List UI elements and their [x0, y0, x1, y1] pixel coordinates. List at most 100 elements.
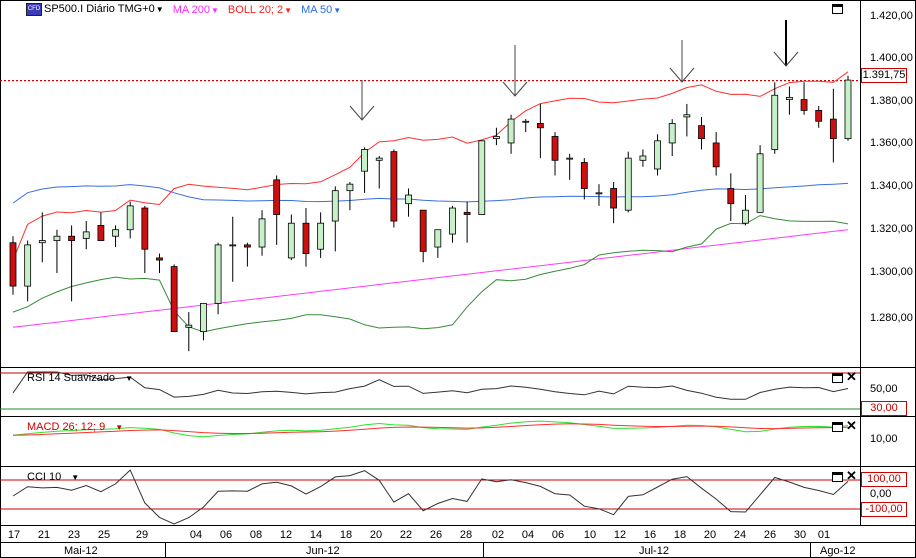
day-tick: 20 [369, 529, 383, 541]
candle-body [580, 162, 588, 189]
day-tick: 02 [491, 529, 505, 541]
candle-body [185, 324, 193, 328]
candle-body [302, 222, 310, 254]
candle-body [668, 123, 676, 144]
candle-body [405, 194, 412, 205]
candle-body [156, 257, 163, 261]
candle-body [419, 209, 427, 252]
candle-body [449, 207, 456, 235]
day-tick: 18 [339, 529, 353, 541]
candle-body [243, 244, 251, 248]
candle-body [434, 229, 442, 248]
day-tick: 04 [189, 529, 203, 541]
candle-body [273, 179, 281, 215]
candle-body [800, 99, 808, 111]
boll-legend[interactable]: BOLL 20; 2▼ [228, 4, 292, 16]
ma50-line [12, 182, 849, 204]
month-label: Ago-12 [820, 545, 856, 557]
macd-tick: 10,00 [870, 433, 898, 445]
candle-body [654, 140, 661, 170]
cfd-icon: CFD [26, 3, 42, 16]
candle-body [536, 123, 544, 129]
day-tick: 04 [521, 529, 535, 541]
candle-body [200, 303, 207, 333]
candle-body [786, 97, 793, 100]
day-tick: 30 [793, 529, 807, 541]
candle-body [361, 149, 368, 172]
candle-body [390, 151, 398, 222]
day-tick: 24 [733, 529, 747, 541]
price-tick: 1.420,00 [870, 10, 913, 22]
candle-body [829, 118, 837, 140]
indicator-lines [12, 71, 849, 333]
chart-header: CFD SP500.I Diário TMG+0▼ MA 200▼ BOLL 20… [26, 3, 341, 16]
candle-body [683, 114, 691, 118]
candle-body [566, 157, 574, 160]
symbol-label[interactable]: CFD SP500.I Diário TMG+0▼ [26, 3, 164, 16]
candle-body [141, 207, 149, 250]
day-tick: 25 [97, 529, 111, 541]
candle-body [346, 183, 354, 192]
chart-canvas [0, 0, 916, 558]
candle-body [815, 110, 823, 122]
cci-close-icon[interactable]: ✕ [846, 469, 857, 482]
rsi-close-icon[interactable]: ✕ [846, 370, 857, 383]
candle-body [24, 244, 32, 287]
candle-body [375, 157, 383, 161]
candle-body [698, 125, 705, 140]
day-tick: 23 [67, 529, 81, 541]
rsi-maximize-button[interactable] [832, 373, 843, 383]
month-label: Jun-12 [306, 545, 340, 557]
cci-header[interactable]: CCI 10 ▼ [27, 471, 79, 483]
candles [9, 75, 852, 352]
candle-body [551, 136, 559, 161]
price-tick: 1.300,00 [870, 266, 913, 278]
candle-body [258, 218, 266, 248]
candle-body [712, 142, 720, 168]
day-tick: 18 [673, 529, 687, 541]
candle-body [331, 190, 339, 222]
month-label: Mai-12 [64, 545, 98, 557]
day-tick: 06 [219, 529, 233, 541]
price-tick: 1.360,00 [870, 137, 913, 149]
macd-maximize-button[interactable] [832, 422, 843, 432]
bollinger-lower-line [12, 215, 849, 333]
cci-line [12, 469, 849, 525]
day-tick: 06 [551, 529, 565, 541]
candle-body [756, 153, 764, 213]
candle-body [170, 266, 178, 333]
candle-body [595, 192, 603, 195]
candle-body [126, 205, 134, 231]
day-tick: 28 [459, 529, 473, 541]
candle-body [507, 118, 515, 144]
price-tick: 1.340,00 [870, 180, 913, 192]
annotation-arrows [349, 20, 799, 121]
candle-body [287, 222, 295, 259]
candle-body [478, 140, 486, 215]
day-tick: 12 [613, 529, 627, 541]
candle-body [317, 222, 325, 250]
day-tick: 16 [643, 529, 657, 541]
rsi-line [12, 371, 849, 400]
day-tick: 12 [279, 529, 293, 541]
candle-body [112, 229, 119, 237]
day-tick: 20 [703, 529, 717, 541]
cci-upper-tag: 100,00 [861, 472, 907, 487]
day-tick: 14 [309, 529, 323, 541]
rsi-header[interactable]: RSI 14 Suavizado ▼ [27, 372, 133, 384]
macd-close-icon[interactable]: ✕ [846, 419, 857, 432]
ma50-legend[interactable]: MA 50▼ [301, 4, 341, 16]
candle-body [742, 209, 749, 224]
cci-maximize-button[interactable] [832, 472, 843, 482]
price-tick: 1.320,00 [870, 223, 913, 235]
rsi-level-tag: 30,00 [861, 401, 907, 416]
macd-header[interactable]: MACD 26; 12; 9 ▼ [27, 421, 123, 433]
macd-line [12, 420, 849, 438]
candle-body [624, 157, 632, 211]
ma200-legend[interactable]: MA 200▼ [173, 4, 219, 16]
main-panel-maximize-button[interactable] [832, 4, 843, 14]
candle-body [771, 94, 779, 150]
candle-body [463, 211, 471, 215]
sub-indicator-lines [0, 371, 860, 525]
candle-body [214, 244, 222, 304]
